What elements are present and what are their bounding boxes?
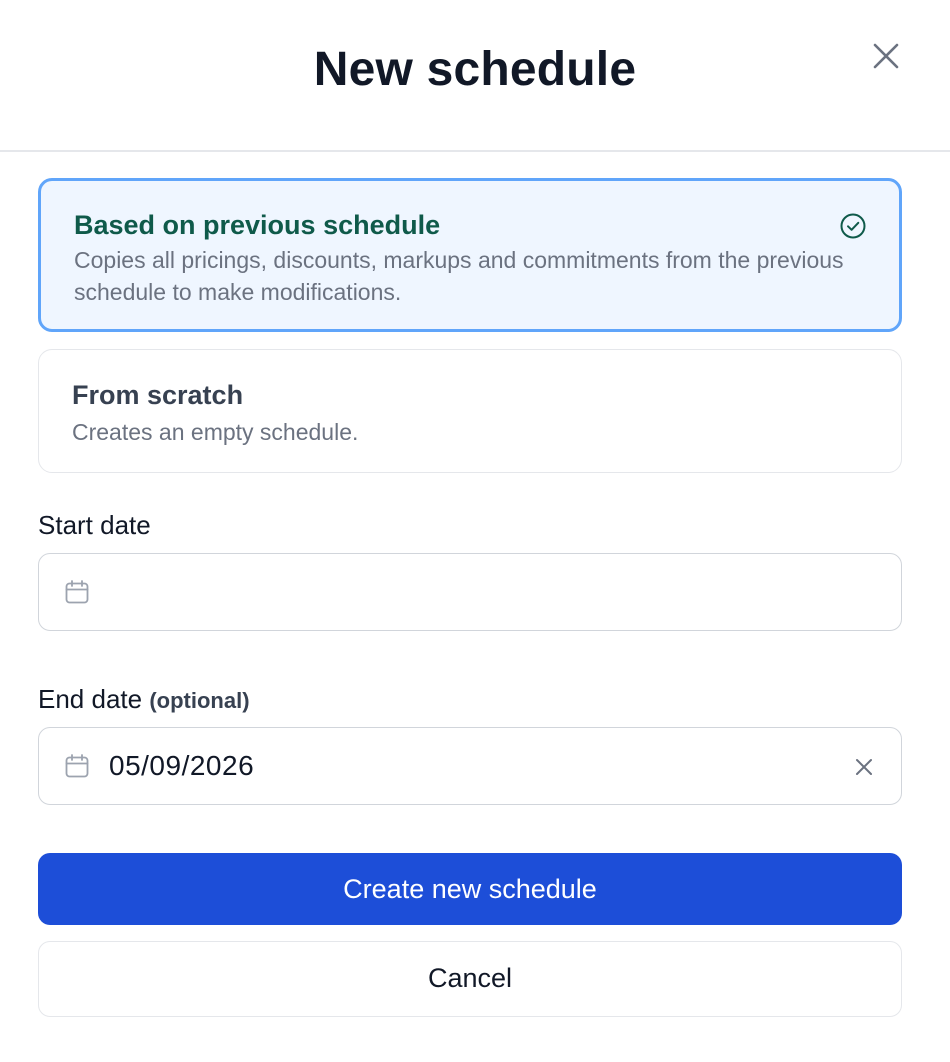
cancel-button[interactable]: Cancel xyxy=(38,941,902,1017)
clear-end-date-button[interactable] xyxy=(850,753,878,781)
end-date-label: End date (optional) xyxy=(38,684,250,715)
end-date-label-text: End date xyxy=(38,684,143,714)
end-date-input[interactable]: 05/09/2026 xyxy=(38,727,902,805)
option-description: Creates an empty schedule. xyxy=(72,419,359,445)
start-date-input[interactable] xyxy=(38,553,902,631)
option-title: From scratch xyxy=(72,380,244,410)
close-button[interactable] xyxy=(866,36,906,76)
check-circle-icon xyxy=(838,211,868,241)
dialog-title: New schedule xyxy=(313,43,637,96)
option-title: Based on previous schedule xyxy=(74,210,441,240)
close-icon xyxy=(873,43,899,69)
optional-label: (optional) xyxy=(149,688,250,713)
clear-icon xyxy=(856,759,872,775)
start-date-label: Start date xyxy=(38,510,151,540)
option-based-on-previous[interactable]: Based on previous schedule Copies all pr… xyxy=(38,178,902,332)
calendar-icon xyxy=(63,578,91,606)
end-date-value: 05/09/2026 xyxy=(109,750,255,781)
option-description: Copies all pricings, discounts, markups … xyxy=(74,247,844,305)
create-schedule-button[interactable]: Create new schedule xyxy=(38,853,902,925)
calendar-icon xyxy=(63,752,91,780)
new-schedule-dialog: New schedule Based on previous schedule … xyxy=(0,0,950,1062)
option-from-scratch[interactable]: From scratch Creates an empty schedule. xyxy=(38,349,902,473)
dialog-header: New schedule xyxy=(0,0,950,152)
